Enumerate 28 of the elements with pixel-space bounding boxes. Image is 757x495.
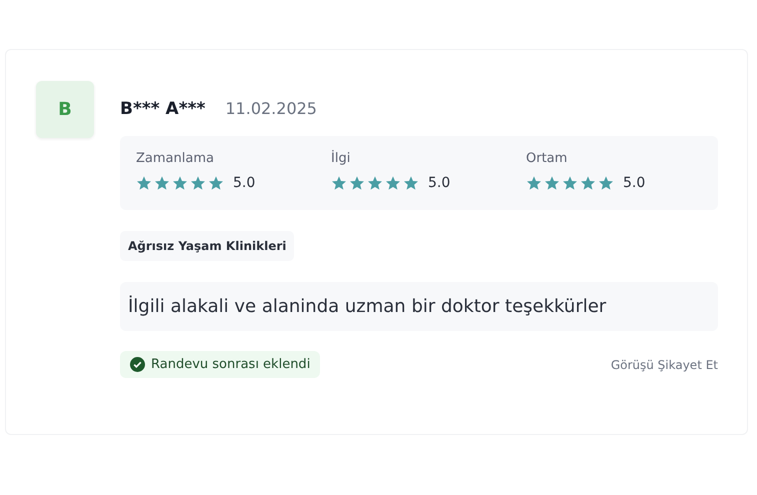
star-icon [136, 175, 152, 191]
star-icon [562, 175, 578, 191]
star-icon [544, 175, 560, 191]
star-icon [331, 175, 347, 191]
verified-badge: Randevu sonrası eklendi [120, 351, 320, 378]
rating-score: 5.0 [428, 175, 450, 191]
star-icon [580, 175, 596, 191]
star-icon [172, 175, 188, 191]
star-icon [385, 175, 401, 191]
star-icon [190, 175, 206, 191]
avatar: B [36, 81, 94, 138]
clinic-tag: Ağrısız Yaşam Klinikleri [120, 231, 294, 261]
star-icon [367, 175, 383, 191]
star-icon [154, 175, 170, 191]
star-icon [526, 175, 542, 191]
report-link[interactable]: Görüşü Şikayet Et [610, 358, 718, 372]
rating-score: 5.0 [623, 175, 646, 191]
rating-label: Ortam [526, 151, 568, 166]
rating-score: 5.0 [233, 175, 256, 191]
review-comment: İlgili alakali ve alaninda uzman bir doktor teşekkürler [120, 282, 718, 331]
star-icon [208, 175, 224, 191]
author-name: B*** A*** [120, 99, 206, 119]
rating-label: Zamanlama [136, 151, 215, 166]
star-icon [598, 175, 614, 191]
rating-label: İlgi [331, 151, 352, 166]
review-date: 11.02.2025 [225, 99, 317, 118]
star-icon [403, 175, 419, 191]
star-icon [349, 175, 365, 191]
